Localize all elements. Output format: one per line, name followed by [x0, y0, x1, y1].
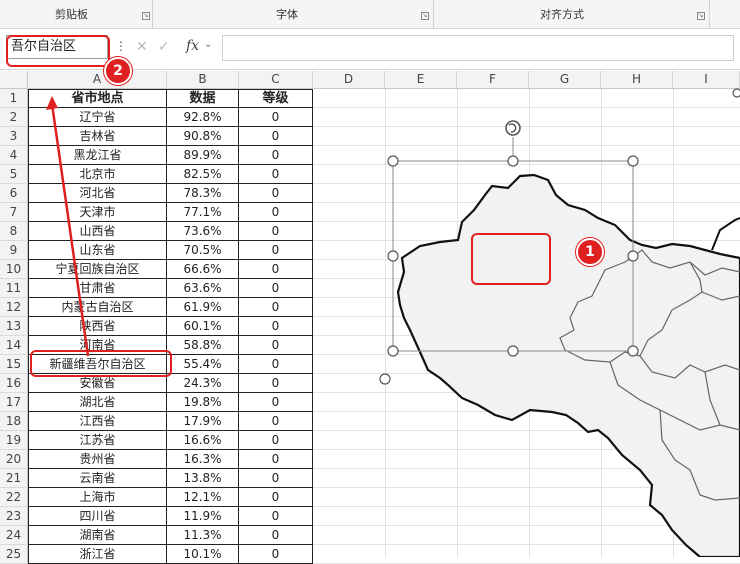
annotation-arrowhead — [46, 96, 58, 110]
resize-handle — [627, 155, 639, 167]
resize-handle — [387, 155, 399, 167]
resize-handle — [379, 373, 391, 385]
resize-handle — [387, 250, 399, 262]
highlight-xinjiang-cell — [30, 350, 172, 377]
highlight-name-box — [6, 35, 110, 67]
annotation-badge-1: 1 — [576, 238, 604, 266]
resize-handle — [507, 155, 519, 167]
resize-handle — [507, 345, 519, 357]
highlight-map-region — [471, 233, 551, 285]
annotation-badge-2: 2 — [104, 57, 132, 85]
resize-handle — [387, 345, 399, 357]
resize-handle — [732, 88, 740, 98]
province-border — [711, 217, 740, 251]
rotate-icon — [505, 120, 521, 136]
resize-handle — [627, 345, 639, 357]
resize-handle — [627, 250, 639, 262]
annotation-arrow — [50, 103, 90, 357]
